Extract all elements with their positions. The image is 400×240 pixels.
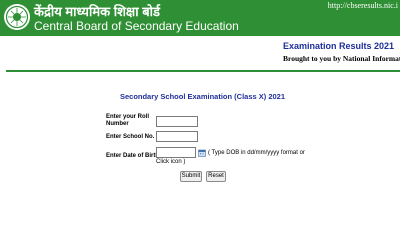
roll-number-input[interactable]: [156, 116, 198, 127]
brought-by-text: Brought to you by National Informatics C…: [283, 54, 400, 63]
school-number-input[interactable]: [156, 131, 198, 142]
divider: [6, 70, 400, 72]
exam-results-heading: Examination Results 2021: [282, 41, 394, 51]
board-title-english: Central Board of Secondary Education: [34, 19, 239, 33]
site-header: केंद्रीय माध्यमिक शिक्षा बोर्ड Central B…: [0, 0, 400, 36]
school-number-label: Enter School No.: [106, 134, 155, 140]
dob-label: Enter Date of Birth: [106, 153, 160, 159]
form-title: Secondary School Examination (Class X) 2…: [119, 92, 286, 101]
site-url[interactable]: http://cbseresults.nic.i: [328, 1, 398, 10]
reset-button[interactable]: Reset: [206, 171, 226, 182]
roll-number-label: Enter your Roll Number: [106, 114, 150, 127]
dob-format-hint: ( Type DOB in dd/mm/yyyy format or Click…: [156, 150, 305, 165]
cbse-logo-icon: [4, 4, 30, 30]
board-title-hindi: केंद्रीय माध्यमिक शिक्षा बोर्ड: [34, 4, 160, 19]
submit-button[interactable]: Submit: [180, 171, 202, 182]
